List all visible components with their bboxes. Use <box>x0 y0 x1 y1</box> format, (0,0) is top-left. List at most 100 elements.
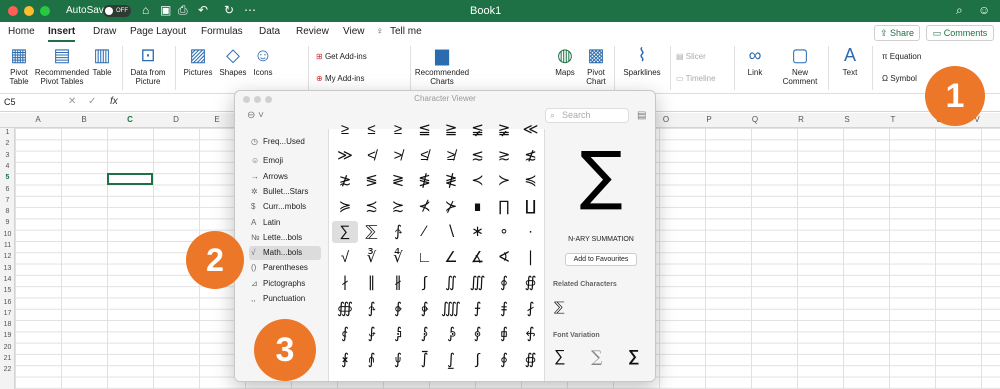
glyph-cell[interactable]: ∮ <box>491 349 517 371</box>
row-header[interactable]: 6 <box>0 186 15 193</box>
minimize-window-button[interactable] <box>24 6 34 16</box>
glyph-cell[interactable]: ⨍ <box>465 298 491 320</box>
cv-category-item[interactable]: $ Curr...mbols <box>249 200 321 214</box>
column-header[interactable]: C <box>107 115 153 124</box>
glyph-cell[interactable]: ≩ <box>491 119 517 141</box>
tell-me-search[interactable]: Tell me <box>390 26 422 37</box>
row-header[interactable]: 11 <box>0 242 15 249</box>
row-header[interactable]: 19 <box>0 332 15 339</box>
recommended-charts-button[interactable]: ▆ Recommended Charts <box>414 44 470 86</box>
row-header[interactable]: 4 <box>0 163 15 170</box>
column-header[interactable]: D <box>153 115 199 124</box>
column-header[interactable]: P <box>686 115 732 124</box>
glyph-cell[interactable]: ≷ <box>385 170 411 192</box>
glyph-cell[interactable]: ∕ <box>412 221 438 243</box>
glyph-cell[interactable]: ≪ <box>518 119 544 141</box>
row-header[interactable]: 3 <box>0 152 15 159</box>
row-header[interactable]: 1 <box>0 129 15 136</box>
glyph-cell[interactable]: ∖ <box>438 221 464 243</box>
zoom-window-button[interactable] <box>40 6 50 16</box>
glyph-cell[interactable]: ∗ <box>465 221 491 243</box>
glyph-cell[interactable]: ⨘ <box>332 349 358 371</box>
glyph-cell[interactable]: ∲ <box>385 298 411 320</box>
tab-formulas[interactable]: Formulas <box>201 26 243 37</box>
font-variation-glyph[interactable]: ∑ <box>554 347 565 367</box>
glyph-cell[interactable]: ∤ <box>332 272 358 294</box>
glyph-cell[interactable]: ≿ <box>385 196 411 218</box>
name-box[interactable]: C5 <box>4 97 16 107</box>
glyph-cell[interactable]: ∜ <box>385 247 411 269</box>
glyph-cell[interactable]: ≮ <box>359 145 385 167</box>
add-to-favourites-button[interactable]: Add to Favourites <box>565 253 637 266</box>
glyph-cell[interactable]: ∬ <box>438 272 464 294</box>
comments-button[interactable]: ▭ Comments <box>926 25 994 41</box>
save-icon[interactable]: ▣ <box>160 3 171 17</box>
cv-category-item[interactable]: () Parentheses <box>249 261 321 275</box>
glyph-cell[interactable]: ≼ <box>518 170 544 192</box>
row-header[interactable]: 22 <box>0 366 15 373</box>
glyph-cell[interactable]: ∱ <box>359 298 385 320</box>
glyph-cell[interactable]: ≦ <box>412 119 438 141</box>
cv-category-item[interactable]: ⊿ Pictographs <box>249 277 321 291</box>
glyph-cell[interactable]: ≹ <box>438 170 464 192</box>
glyph-cell[interactable]: ⨜ <box>438 349 464 371</box>
glyph-cell[interactable]: ⨌ <box>438 298 464 320</box>
glyph-cell[interactable]: ⅀ <box>359 221 385 243</box>
row-header[interactable]: 13 <box>0 265 15 272</box>
glyph-cell[interactable]: ∠ <box>438 247 464 269</box>
cv-category-item[interactable]: ☺ Emoji <box>249 154 321 168</box>
cv-search-input[interactable]: ⌕ Search <box>545 108 629 123</box>
glyph-cell[interactable]: ⨕ <box>465 323 491 345</box>
tab-draw[interactable]: Draw <box>93 26 116 37</box>
glyph-cell[interactable]: ∫ <box>465 349 491 371</box>
tab-page-layout[interactable]: Page Layout <box>130 26 186 37</box>
timeline-button[interactable]: ▭ Timeline <box>676 74 726 83</box>
glyph-cell[interactable]: ≺ <box>465 170 491 192</box>
glyph-cell[interactable]: ∥ <box>359 272 385 294</box>
cv-category-item[interactable]: № Lette...bols <box>249 231 321 245</box>
column-header[interactable]: A <box>15 115 61 124</box>
row-header[interactable]: 14 <box>0 276 15 283</box>
glyph-cell[interactable]: ⨗ <box>518 323 544 345</box>
link-button[interactable]: ∞ Link <box>740 44 770 77</box>
glyph-cell[interactable]: ≥ <box>385 119 411 141</box>
search-icon[interactable]: ⌕ <box>956 3 963 18</box>
sparklines-button[interactable]: ⌇ Sparklines <box>620 44 664 77</box>
row-header[interactable]: 15 <box>0 287 15 294</box>
glyph-cell[interactable]: ∡ <box>465 247 491 269</box>
glyph-cell[interactable]: ⨖ <box>491 323 517 345</box>
glyph-cell[interactable]: ⨚ <box>385 349 411 371</box>
table-button[interactable]: ▥ Table <box>90 44 114 77</box>
row-header[interactable]: 8 <box>0 208 15 215</box>
glyph-cell[interactable]: ≨ <box>465 119 491 141</box>
text-button[interactable]: A Text <box>836 44 864 77</box>
shapes-button[interactable]: ◇ Shapes <box>217 44 249 77</box>
cv-category-item[interactable]: √ Math...bols <box>249 246 321 261</box>
selected-cell-c5[interactable] <box>107 173 153 185</box>
maps-button[interactable]: ◍ Maps <box>548 44 582 77</box>
glyph-cell[interactable]: ⨔ <box>438 323 464 345</box>
sidebar-toggle-icon[interactable]: ▤ <box>637 110 646 121</box>
get-addins-button[interactable]: ⊞ Get Add-ins <box>316 52 386 61</box>
glyph-cell[interactable]: ∑ <box>332 221 358 243</box>
glyph-cell[interactable]: ∫ <box>412 272 438 294</box>
glyph-cell[interactable]: ⨏ <box>518 298 544 320</box>
more-icon[interactable]: ⋯ <box>244 3 256 17</box>
tab-home[interactable]: Home <box>8 26 35 37</box>
glyph-cell[interactable]: ≾ <box>359 196 385 218</box>
row-header[interactable]: 21 <box>0 355 15 362</box>
glyph-cell[interactable]: ∯ <box>518 272 544 294</box>
glyph-cell[interactable]: ∯ <box>518 349 544 371</box>
glyph-cell[interactable]: ≧ <box>438 119 464 141</box>
column-header[interactable]: R <box>778 115 824 124</box>
glyph-cell[interactable]: ∱ <box>385 221 411 243</box>
glyph-cell[interactable]: ≳ <box>491 145 517 167</box>
glyph-cell[interactable]: ⨒ <box>385 323 411 345</box>
slicer-button[interactable]: ▤ Slicer <box>676 52 726 61</box>
glyph-cell[interactable]: ≥ <box>332 119 358 141</box>
glyph-cell[interactable]: ≸ <box>412 170 438 192</box>
glyph-cell[interactable]: ∛ <box>359 247 385 269</box>
recommended-pivot-tables-button[interactable]: ▤ Recommended Pivot Tables <box>34 44 90 86</box>
glyph-cell[interactable]: ⨐ <box>332 323 358 345</box>
column-header[interactable]: S <box>824 115 870 124</box>
